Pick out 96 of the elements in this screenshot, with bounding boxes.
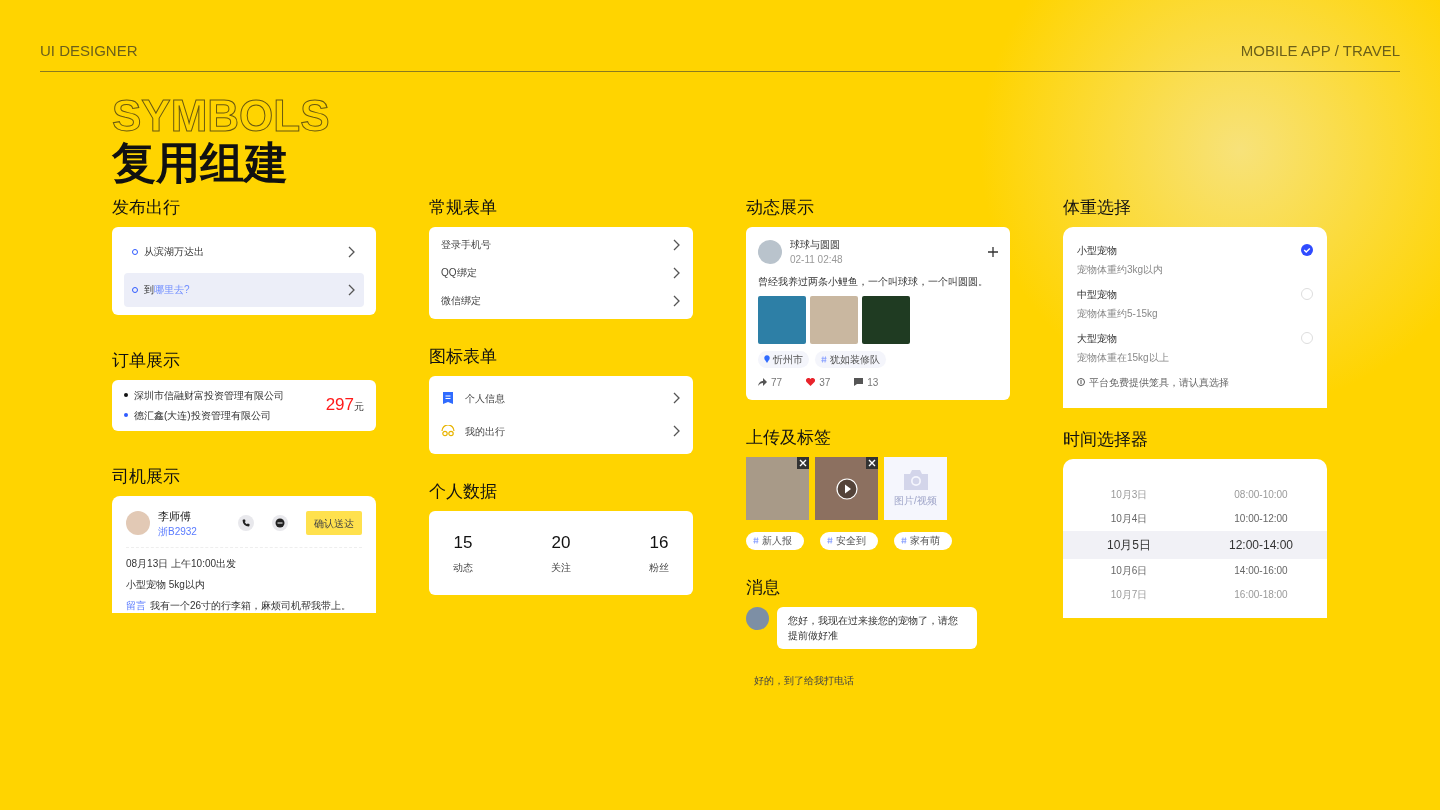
header-label: MOBILE APP / TRAVEL [1240, 41, 1400, 61]
hash-icon [827, 537, 833, 544]
photo-placeholder [862, 295, 910, 344]
avatar [746, 606, 769, 630]
tag-chip[interactable]: 安全到 [820, 531, 878, 550]
route-text: 到哪里去? [144, 283, 191, 297]
confirm-button[interactable]: 确认送达 [306, 511, 362, 536]
section-heading: 个人数据 [429, 481, 498, 502]
route-text: 从滨湖万达出 [144, 245, 205, 259]
post-text: 曾经我养过两条小鲤鱼，一个叫球球，一个叫圆圆。 [758, 274, 989, 289]
section-heading: 消息 [746, 577, 781, 598]
stat-value: 15 [453, 532, 473, 555]
section-heading: 常规表单 [429, 197, 498, 218]
section-heading: 发布出行 [112, 197, 181, 218]
section-heading: 司机展示 [112, 466, 181, 487]
stat-value: 16 [649, 532, 669, 555]
comment-icon[interactable] [854, 378, 864, 386]
message-icon[interactable] [272, 515, 288, 532]
close-icon[interactable] [797, 456, 809, 469]
chevron-icon [673, 294, 681, 307]
info-icon [1077, 378, 1085, 386]
outline-title: SYMBOLS [112, 93, 330, 138]
form-row[interactable]: 微信绑定 [441, 286, 681, 315]
page-title: 复用组建 [112, 137, 288, 188]
company-name: 深圳市信融财富投资管理有限公司 [134, 388, 284, 403]
stat-label: 关注 [551, 560, 571, 575]
form-row[interactable]: QQ绑定 [441, 258, 681, 287]
hash-icon [753, 537, 759, 544]
pin-icon [764, 355, 770, 363]
section-heading: 时间选择器 [1063, 429, 1149, 450]
form-row[interactable]: 个人信息 [441, 381, 681, 415]
section-heading: 动态展示 [746, 197, 815, 218]
driver-name: 李师傅 [158, 508, 192, 524]
picker-row[interactable]: 10月5日 12:00-14:00 [1063, 530, 1327, 559]
detail-text: 08月13日 上午10:00出发 [126, 557, 238, 571]
route-row[interactable]: 到哪里去? [124, 272, 364, 307]
hint-text: 平台免费提供笼具，请认真选择 [1089, 375, 1229, 390]
close-icon[interactable] [866, 456, 878, 469]
play-icon[interactable] [836, 477, 858, 500]
document-icon [442, 391, 454, 405]
glasses-icon [441, 425, 455, 437]
message-text: 好的，到了给我打电话 [753, 673, 855, 688]
tag-chip[interactable]: 新人报 [746, 531, 804, 550]
avatar [126, 511, 150, 536]
section-heading: 体重选择 [1063, 197, 1132, 218]
detail-text: 小型宠物 5kg以内 [126, 578, 206, 592]
message-bubble: 您好，我现在过来接您的宠物了，请您提前做好准 [777, 606, 977, 649]
action-count: 37 [819, 375, 831, 390]
picker-row[interactable]: 10月6日 14:00-16:00 [1063, 558, 1327, 583]
price-unit: 元 [354, 401, 364, 415]
camera-icon [901, 468, 930, 491]
note-text: 我有一个26寸的行李箱，麻烦司机帮我带上。 [150, 599, 352, 613]
note-label: 留言 [126, 599, 146, 613]
radio-icon[interactable] [1301, 331, 1313, 344]
company-name: 德汇鑫(大连)投资管理有限公司 [134, 408, 271, 423]
section-heading: 图标表单 [429, 346, 498, 367]
tag-chip[interactable]: 家有萌 [894, 531, 952, 550]
chevron-icon [673, 238, 681, 251]
photo-placeholder [815, 456, 878, 520]
price: 297 [325, 394, 354, 417]
stat-value: 20 [551, 532, 571, 555]
user-name: 球球与圆圆 [790, 237, 841, 252]
tag-chip[interactable]: 犹如装修队 [815, 350, 886, 368]
chevron-icon [673, 392, 681, 404]
hash-icon [901, 537, 907, 544]
tag-chip[interactable]: 忻州市 [758, 350, 809, 368]
chevron-icon [673, 425, 681, 437]
share-icon[interactable] [758, 378, 767, 386]
weight-option[interactable]: 小型宠物 宠物体重约3kg以内 [1077, 242, 1313, 277]
form-row[interactable]: 我的出行 [441, 414, 681, 448]
header-label: UI DESIGNER [40, 41, 138, 61]
radio-icon[interactable] [1301, 287, 1313, 300]
hash-icon [821, 355, 827, 363]
heart-icon[interactable] [806, 378, 816, 386]
weight-option[interactable]: 大型宠物 宠物体重在15kg以上 [1077, 330, 1313, 365]
photo-placeholder [758, 295, 806, 344]
chevron-icon [348, 283, 356, 296]
stat-label: 动态 [453, 560, 473, 575]
action-count: 77 [771, 375, 783, 390]
section-heading: 订单展示 [112, 350, 181, 371]
photo-placeholder [746, 456, 809, 520]
section-heading: 上传及标签 [746, 427, 832, 448]
radio-checked-icon[interactable] [1301, 243, 1313, 256]
weight-option[interactable]: 中型宠物 宠物体重约5-15kg [1077, 286, 1313, 321]
chevron-icon [348, 245, 356, 258]
chevron-icon [673, 266, 681, 279]
plate-number: 浙B2932 [158, 525, 198, 539]
phone-icon[interactable] [238, 515, 254, 532]
plus-icon[interactable] [988, 246, 998, 257]
avatar [758, 239, 782, 264]
stat-label: 粉丝 [649, 560, 669, 575]
photo-placeholder [810, 295, 858, 344]
form-row[interactable]: 登录手机号 [441, 230, 681, 259]
action-count: 13 [867, 375, 879, 390]
picker-row[interactable]: 10月4日 10:00-12:00 [1063, 506, 1327, 531]
post-time: 02-11 02:48 [790, 252, 844, 267]
